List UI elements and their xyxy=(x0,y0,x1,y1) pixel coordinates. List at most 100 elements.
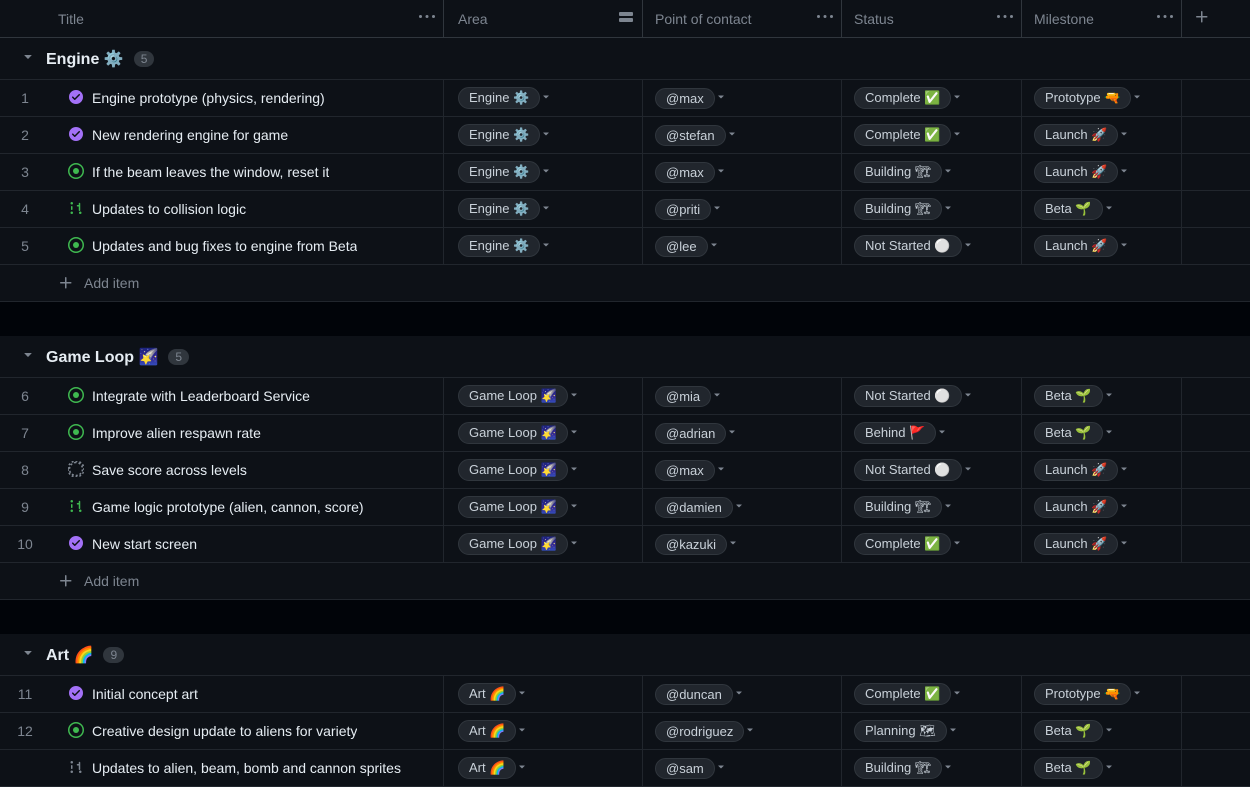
status-pill[interactable]: Complete ✅ xyxy=(854,533,951,555)
chevron-down-icon[interactable] xyxy=(540,238,552,254)
chevron-down-icon[interactable] xyxy=(1118,499,1130,515)
group-collapse-toggle[interactable] xyxy=(20,347,36,366)
issue-title[interactable]: Initial concept art xyxy=(92,686,198,702)
area-pill[interactable]: Game Loop 🌠 xyxy=(458,422,568,444)
chevron-down-icon[interactable] xyxy=(1118,462,1130,478)
milestone-pill[interactable]: Beta 🌱 xyxy=(1034,385,1103,407)
milestone-pill[interactable]: Prototype 🔫 xyxy=(1034,683,1131,705)
status-pill[interactable]: Not Started ⚪ xyxy=(854,385,962,407)
milestone-pill[interactable]: Prototype 🔫 xyxy=(1034,87,1131,109)
chevron-down-icon[interactable] xyxy=(951,127,963,143)
contact-pill[interactable]: @max xyxy=(655,88,715,109)
chevron-down-icon[interactable] xyxy=(715,462,727,478)
table-row[interactable]: 2New rendering engine for gameEngine ⚙️@… xyxy=(0,117,1250,154)
row-density-icon[interactable] xyxy=(618,9,634,28)
area-pill[interactable]: Engine ⚙️ xyxy=(458,198,540,220)
chevron-down-icon[interactable] xyxy=(568,536,580,552)
milestone-pill[interactable]: Launch 🚀 xyxy=(1034,496,1118,518)
chevron-down-icon[interactable] xyxy=(568,499,580,515)
add-item-button[interactable]: Add item xyxy=(0,265,1250,302)
chevron-down-icon[interactable] xyxy=(951,536,963,552)
issue-title[interactable]: Save score across levels xyxy=(92,462,247,478)
group-collapse-toggle[interactable] xyxy=(20,49,36,68)
chevron-down-icon[interactable] xyxy=(1118,127,1130,143)
chevron-down-icon[interactable] xyxy=(568,388,580,404)
area-pill[interactable]: Art 🌈 xyxy=(458,720,516,742)
contact-pill[interactable]: @mia xyxy=(655,386,711,407)
chevron-down-icon[interactable] xyxy=(726,425,738,441)
status-pill[interactable]: Complete ✅ xyxy=(854,87,951,109)
area-pill[interactable]: Game Loop 🌠 xyxy=(458,385,568,407)
contact-pill[interactable]: @sam xyxy=(655,758,715,779)
group-title[interactable]: Engine ⚙️ xyxy=(46,49,124,69)
column-header-contact[interactable]: Point of contact xyxy=(655,11,752,27)
milestone-pill[interactable]: Beta 🌱 xyxy=(1034,757,1103,779)
chevron-down-icon[interactable] xyxy=(1118,164,1130,180)
contact-pill[interactable]: @lee xyxy=(655,236,708,257)
table-row[interactable]: 8Save score across levelsGame Loop 🌠@max… xyxy=(0,452,1250,489)
area-pill[interactable]: Game Loop 🌠 xyxy=(458,496,568,518)
milestone-pill[interactable]: Launch 🚀 xyxy=(1034,533,1118,555)
issue-title[interactable]: Creative design update to aliens for var… xyxy=(92,723,357,739)
milestone-pill[interactable]: Beta 🌱 xyxy=(1034,422,1103,444)
chevron-down-icon[interactable] xyxy=(1103,723,1115,739)
status-pill[interactable]: Complete ✅ xyxy=(854,124,951,146)
chevron-down-icon[interactable] xyxy=(942,499,954,515)
status-pill[interactable]: Building 🏗 xyxy=(854,198,942,220)
chevron-down-icon[interactable] xyxy=(1103,425,1115,441)
chevron-down-icon[interactable] xyxy=(568,462,580,478)
add-item-button[interactable]: Add item xyxy=(0,563,1250,600)
table-row[interactable]: 5Updates and bug fixes to engine from Be… xyxy=(0,228,1250,265)
contact-pill[interactable]: @stefan xyxy=(655,125,726,146)
chevron-down-icon[interactable] xyxy=(1131,90,1143,106)
contact-pill[interactable]: @duncan xyxy=(655,684,733,705)
column-header-area[interactable]: Area xyxy=(458,11,488,27)
area-pill[interactable]: Game Loop 🌠 xyxy=(458,459,568,481)
table-row[interactable]: 1Engine prototype (physics, rendering)En… xyxy=(0,80,1250,117)
chevron-down-icon[interactable] xyxy=(516,686,528,702)
area-pill[interactable]: Game Loop 🌠 xyxy=(458,533,568,555)
status-pill[interactable]: Behind 🚩 xyxy=(854,422,936,444)
milestone-pill[interactable]: Launch 🚀 xyxy=(1034,124,1118,146)
chevron-down-icon[interactable] xyxy=(962,388,974,404)
chevron-down-icon[interactable] xyxy=(962,462,974,478)
chevron-down-icon[interactable] xyxy=(947,723,959,739)
chevron-down-icon[interactable] xyxy=(942,164,954,180)
issue-title[interactable]: Improve alien respawn rate xyxy=(92,425,261,441)
table-row[interactable]: 11Initial concept artArt 🌈@duncanComplet… xyxy=(0,676,1250,713)
chevron-down-icon[interactable] xyxy=(715,164,727,180)
chevron-down-icon[interactable] xyxy=(727,536,739,552)
column-header-status[interactable]: Status xyxy=(854,11,894,27)
column-header-title[interactable]: Title xyxy=(58,11,84,27)
chevron-down-icon[interactable] xyxy=(516,760,528,776)
chevron-down-icon[interactable] xyxy=(942,201,954,217)
issue-title[interactable]: New rendering engine for game xyxy=(92,127,288,143)
status-pill[interactable]: Not Started ⚪ xyxy=(854,235,962,257)
milestone-pill[interactable]: Launch 🚀 xyxy=(1034,235,1118,257)
issue-title[interactable]: Updates and bug fixes to engine from Bet… xyxy=(92,238,357,254)
chevron-down-icon[interactable] xyxy=(568,425,580,441)
chevron-down-icon[interactable] xyxy=(516,723,528,739)
column-menu-icon[interactable] xyxy=(419,9,435,28)
chevron-down-icon[interactable] xyxy=(1103,388,1115,404)
chevron-down-icon[interactable] xyxy=(726,127,738,143)
table-row[interactable]: 10New start screenGame Loop 🌠@kazukiComp… xyxy=(0,526,1250,563)
chevron-down-icon[interactable] xyxy=(936,425,948,441)
chevron-down-icon[interactable] xyxy=(715,90,727,106)
area-pill[interactable]: Engine ⚙️ xyxy=(458,124,540,146)
chevron-down-icon[interactable] xyxy=(711,201,723,217)
area-pill[interactable]: Art 🌈 xyxy=(458,683,516,705)
chevron-down-icon[interactable] xyxy=(1118,238,1130,254)
table-row[interactable]: Updates to alien, beam, bomb and cannon … xyxy=(0,750,1250,787)
contact-pill[interactable]: @damien xyxy=(655,497,733,518)
area-pill[interactable]: Engine ⚙️ xyxy=(458,87,540,109)
chevron-down-icon[interactable] xyxy=(711,388,723,404)
issue-title[interactable]: Integrate with Leaderboard Service xyxy=(92,388,310,404)
milestone-pill[interactable]: Launch 🚀 xyxy=(1034,459,1118,481)
chevron-down-icon[interactable] xyxy=(540,201,552,217)
chevron-down-icon[interactable] xyxy=(540,90,552,106)
area-pill[interactable]: Engine ⚙️ xyxy=(458,161,540,183)
issue-title[interactable]: New start screen xyxy=(92,536,197,552)
column-header-milestone[interactable]: Milestone xyxy=(1034,11,1094,27)
issue-title[interactable]: Updates to collision logic xyxy=(92,201,246,217)
